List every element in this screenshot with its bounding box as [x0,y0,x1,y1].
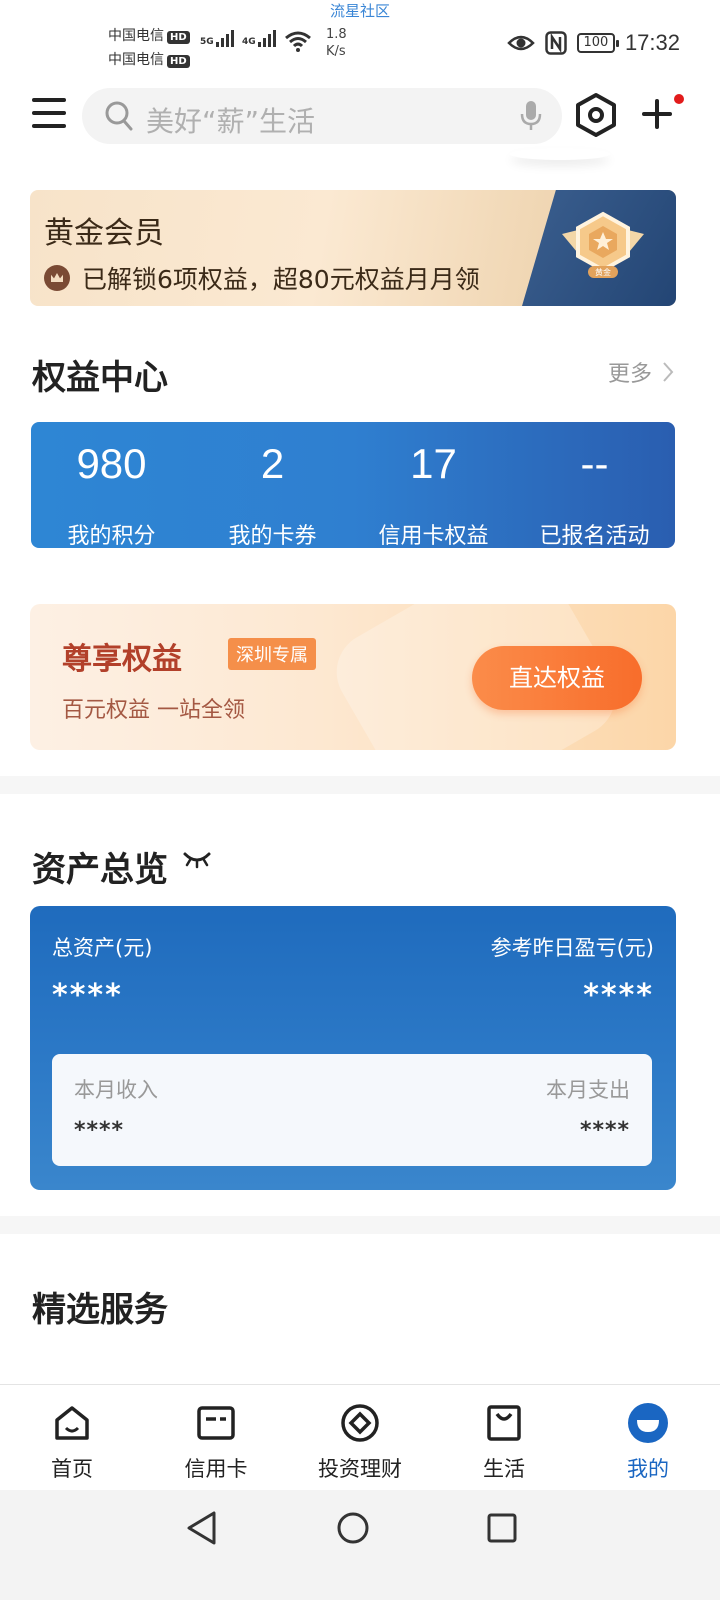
assets-card[interactable]: 总资产(元) 参考昨日盈亏(元) **** **** 本月收入 本月支出 ***… [30,906,676,1190]
tab-credit-card[interactable]: 信用卡 [144,1385,288,1490]
chevron-right-icon [663,362,674,382]
more-link[interactable]: 更多 [608,356,674,388]
go-rights-button[interactable]: 直达权益 [472,646,642,710]
crown-icon [44,265,70,291]
battery-icon: 100 [576,33,619,53]
menu-icon[interactable] [32,98,66,132]
top-shadow [510,148,610,160]
section-divider [0,776,720,794]
notification-dot [674,94,684,104]
network-speed: 1.8 K/s [326,27,347,59]
tab-life[interactable]: 生活 [432,1385,576,1490]
signal-4g-icon: 4G [242,30,276,47]
region-tag: 深圳专属 [228,638,316,670]
rights-center-title: 权益中心 [32,358,168,398]
credit-card-icon [197,1406,235,1440]
carrier-info: 中国电信 HD 中国电信 HD [108,24,190,72]
microphone-icon[interactable] [520,100,542,132]
rights-item-points[interactable]: 980 我的积分 [31,422,192,549]
gold-member-banner[interactable]: 黄金会员 已解锁6项权益，超80元权益月月领 黄金 [30,190,676,306]
monthly-summary: 本月收入 本月支出 **** **** [52,1054,652,1166]
shopping-bag-icon [487,1405,521,1441]
nfc-icon [545,31,567,55]
section-divider [0,1216,720,1234]
income-value: **** [74,1118,125,1143]
featured-services-title: 精选服务 [32,1290,168,1330]
gold-member-title: 黄金会员 [44,216,164,251]
rights-card: 980 我的积分 2 我的卡券 17 信用卡权益 -- 已报名活动 [31,422,675,549]
watermark-text: 流星社区 [330,2,391,20]
back-icon[interactable] [186,1510,218,1546]
signal-5g-icon: 5G [200,30,234,47]
investment-icon [341,1404,379,1442]
search-icon [105,101,133,131]
wifi-icon [285,31,311,52]
tab-bar: 首页 信用卡 投资理财 生活 我的 [0,1384,720,1490]
top-bar: 美好“薪”生活 [0,84,720,148]
gold-badge-icon: 黄金 [562,211,644,278]
rights-item-activities[interactable]: -- 已报名活动 [514,422,675,549]
expense-value: **** [579,1118,630,1143]
search-bar[interactable]: 美好“薪”生活 [82,88,562,144]
profile-icon [628,1403,668,1443]
assets-title: 资产总览 [32,850,168,890]
tab-profile[interactable]: 我的 [576,1385,720,1490]
exclusive-title: 尊享权益 [62,642,182,677]
search-placeholder: 美好“薪”生活 [146,105,316,138]
rights-item-coupons[interactable]: 2 我的卡券 [192,422,353,549]
expense-label: 本月支出 [546,1078,630,1102]
exclusive-subtitle: 百元权益 一站全领 [62,698,245,723]
yesterday-pnl-label: 参考昨日盈亏(元) [490,936,654,960]
clock: 17:32 [624,30,680,55]
carrier-1: 中国电信 [108,28,164,44]
eye-closed-icon[interactable] [182,848,212,872]
total-assets-value: **** [52,978,123,1013]
recent-apps-icon[interactable] [486,1512,518,1544]
eye-comfort-icon [507,35,535,51]
system-navigation-bar [0,1490,720,1600]
svg-text:黄金: 黄金 [595,267,611,277]
income-label: 本月收入 [74,1078,158,1102]
hd-badge-2: HD [167,55,190,68]
home-circle-icon[interactable] [336,1511,370,1545]
yesterday-pnl-value: **** [583,978,654,1013]
status-bar: 流星社区 中国电信 HD 中国电信 HD 5G 4G 1.8 K/s 100 17:… [0,0,720,84]
gold-member-subtitle: 已解锁6项权益，超80元权益月月领 [44,260,480,296]
tab-home[interactable]: 首页 [0,1385,144,1490]
tab-investment[interactable]: 投资理财 [288,1385,432,1490]
rights-item-credit-card[interactable]: 17 信用卡权益 [353,422,514,549]
exclusive-rights-banner[interactable]: 尊享权益 深圳专属 百元权益 一站全领 直达权益 [30,604,676,750]
total-assets-label: 总资产(元) [52,936,153,960]
home-icon [55,1406,89,1440]
scan-icon[interactable] [574,92,618,138]
hd-badge-1: HD [167,31,190,44]
carrier-2: 中国电信 [108,52,164,68]
